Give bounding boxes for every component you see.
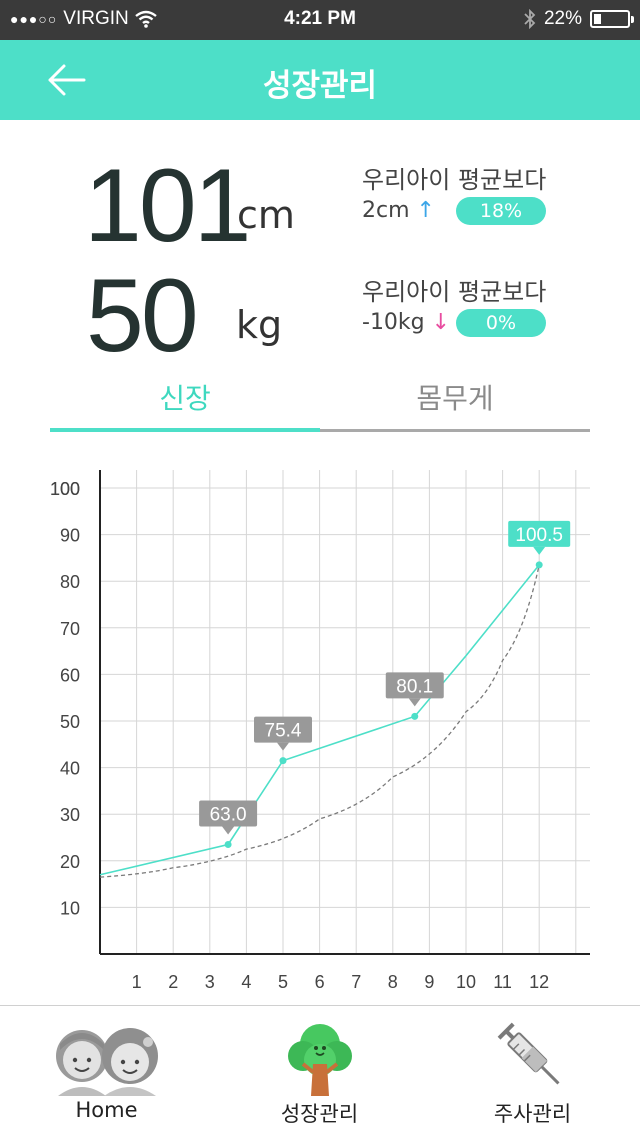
x-tick-label: 4	[241, 972, 251, 992]
value-callout-label: 80.1	[396, 676, 433, 697]
value-callout-pointer	[222, 826, 235, 835]
y-tick-label: 20	[60, 852, 80, 872]
weight-avg-label: 우리아이 평균보다	[362, 278, 547, 306]
value-callout-label: 63.0	[210, 804, 247, 825]
value-callout-label: 75.4	[265, 721, 302, 742]
x-tick-label: 8	[388, 972, 398, 992]
value-callout-pointer	[533, 546, 546, 555]
battery-percent: 22%	[543, 8, 582, 29]
height-diff: 2cm ↑	[362, 198, 435, 223]
growth-chart-svg: 1020304050607080901001001 2 3 4 5 6 7 8 9 10 11 126…	[50, 470, 590, 992]
nav-growth[interactable]: 성장관리	[213, 1006, 426, 1136]
height-value: 101	[84, 148, 252, 264]
weight-percent-badge: 0%	[456, 309, 546, 337]
nav-injection[interactable]: 주사관리	[426, 1006, 639, 1136]
weight-value: 50	[86, 258, 199, 374]
y-tick-label: 80	[60, 572, 80, 592]
y-tick-label: 10	[60, 898, 80, 918]
tree-icon	[287, 1024, 352, 1096]
syringe-icon	[497, 1022, 560, 1085]
chart-tabs: 신장 몸무게	[50, 370, 590, 436]
y-tick-label: 30	[60, 805, 80, 825]
x-tick-label: 10	[456, 972, 476, 992]
battery-level	[594, 14, 602, 24]
height-diff-value: 2cm	[362, 198, 410, 223]
family-icon	[55, 1028, 158, 1096]
y-tick-label: 100	[50, 479, 80, 499]
battery-icon	[590, 10, 634, 28]
arrow-down-icon: ↓	[431, 310, 451, 335]
arrow-up-icon: ↑	[416, 198, 435, 223]
x-tick-label: 11	[493, 972, 512, 992]
height-metric: 101 cm 우리아이 평균보다 2cm ↑ 18%	[0, 150, 640, 260]
tab-weight[interactable]: 몸무게	[320, 370, 590, 432]
growth-chart: 10 20 30 40 50 60 70 80 90 100 100 1 2 3 4 5 6 7 8 9 10 11 12 6…	[0, 470, 640, 1000]
height-unit: cm	[237, 193, 295, 237]
page-title: 성장관리	[262, 68, 378, 104]
status-bar: ●●●○○ VIRGIN 4:21 PM 22%	[0, 0, 640, 40]
x-tick-label: 1	[132, 972, 142, 992]
y-tick-label: 60	[60, 665, 80, 685]
data-point	[411, 712, 419, 720]
y-tick-label: 70	[60, 619, 80, 639]
bluetooth-icon	[524, 9, 536, 29]
data-point	[224, 840, 232, 848]
data-point	[279, 757, 287, 765]
nav-home-label: Home	[75, 1098, 138, 1122]
nav-home[interactable]: Home	[0, 1006, 213, 1136]
x-tick-label: 6	[315, 972, 325, 992]
tab-height[interactable]: 신장	[50, 370, 320, 432]
height-percent-badge: 18%	[456, 197, 546, 225]
x-tick-label: 3	[205, 972, 215, 992]
x-tick-label: 2	[168, 972, 178, 992]
value-callout-pointer	[408, 698, 421, 707]
y-tick-label: 40	[60, 759, 80, 779]
y-tick-label: 50	[60, 712, 80, 732]
x-tick-label: 5	[278, 972, 288, 992]
value-callout-label: 100.5	[515, 525, 563, 546]
x-tick-label: 7	[351, 972, 361, 992]
weight-unit: kg	[236, 303, 283, 347]
app-header: 성장관리	[0, 40, 640, 120]
weight-diff-value: -10kg	[362, 310, 425, 335]
data-point	[535, 561, 543, 569]
x-tick-label: 9	[424, 972, 434, 992]
height-avg-label: 우리아이 평균보다	[362, 166, 547, 194]
nav-growth-label: 성장관리	[280, 1102, 359, 1126]
weight-diff: -10kg ↓	[362, 310, 450, 335]
x-tick-label: 12	[529, 972, 549, 992]
weight-metric: 50 kg 우리아이 평균보다 -10kg ↓ 0%	[0, 262, 640, 372]
nav-injection-label: 주사관리	[493, 1102, 572, 1126]
value-callout-pointer	[277, 742, 289, 751]
bottom-nav: Home 성장관리 주사관리	[0, 1005, 640, 1136]
status-right: 22%	[524, 8, 634, 30]
y-tick-label: 90	[60, 526, 80, 546]
